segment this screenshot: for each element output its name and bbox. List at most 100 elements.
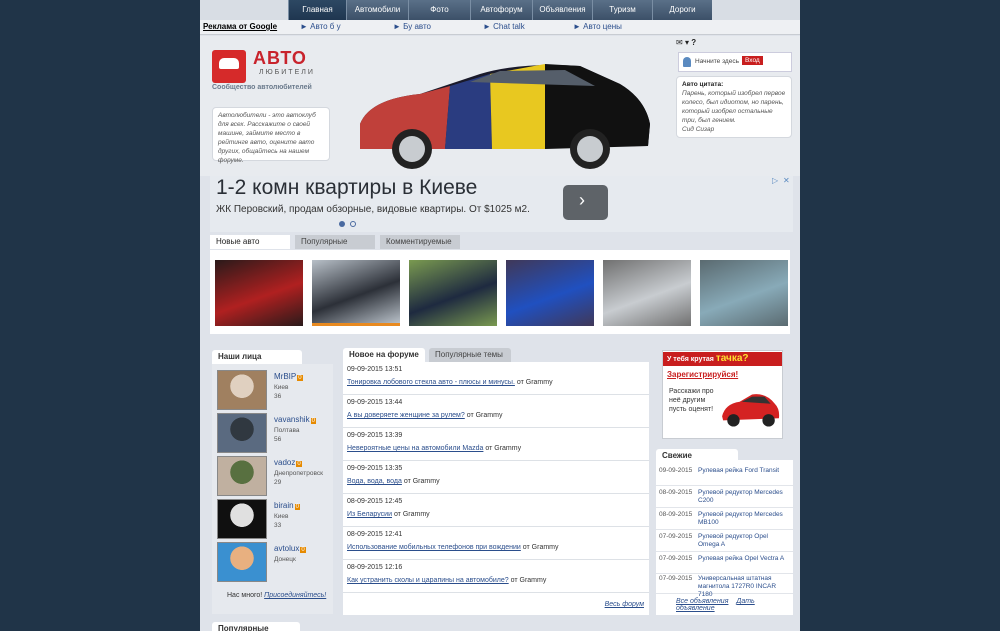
rating-badge: 0 bbox=[310, 418, 316, 424]
avatar[interactable] bbox=[217, 499, 267, 539]
ad-link-1[interactable]: ► Авто б у bbox=[300, 22, 341, 31]
car-gallery bbox=[210, 250, 790, 334]
ad-date: 08-09-2015 bbox=[659, 489, 693, 496]
nav-tab-cars[interactable]: Автомобили bbox=[346, 0, 408, 20]
post-link[interactable]: Вода, вода, вода bbox=[347, 478, 402, 485]
post-link[interactable]: Невероятные цены на автомобили Mazda bbox=[347, 445, 483, 452]
gallery-thumb-2[interactable] bbox=[312, 260, 400, 326]
post-date: 09-09-2015 13:35 bbox=[347, 465, 403, 472]
post-link[interactable]: Использование мобильных телефонов при во… bbox=[347, 544, 521, 551]
tab-new-cars[interactable]: Новые авто bbox=[210, 235, 290, 249]
promo-banner[interactable]: У тебя крутая тачка? Зарегистрируйся! Ра… bbox=[662, 350, 783, 439]
ad-link-2[interactable]: ► Бу авто bbox=[393, 22, 431, 31]
face-item[interactable]: MrBIP 0 Киев 36 bbox=[217, 370, 332, 412]
faces-footer: Нас много! Присоединяйтесь! bbox=[227, 592, 326, 599]
post-author: от Grammy bbox=[403, 478, 440, 485]
all-forum-link[interactable]: Весь форум bbox=[605, 601, 644, 608]
rating-badge: 0 bbox=[296, 461, 302, 467]
face-name[interactable]: MrBIP bbox=[274, 372, 296, 381]
promo-title-bar: У тебя крутая тачка? bbox=[663, 352, 782, 366]
post-author: от Grammy bbox=[466, 412, 503, 419]
avatar[interactable] bbox=[217, 456, 267, 496]
login-prompt: Начните здесь bbox=[695, 58, 739, 65]
face-item[interactable]: avtolux 0 Донецк bbox=[217, 542, 332, 584]
tab-popular-topics[interactable]: Популярные темы bbox=[429, 348, 511, 362]
all-ads-link[interactable]: Все объявления bbox=[676, 598, 728, 605]
nav-tab-tourism[interactable]: Туризм bbox=[592, 0, 652, 20]
ad-close-icon[interactable]: ✕ bbox=[783, 176, 790, 185]
ad-date: 08-09-2015 bbox=[659, 511, 693, 518]
promo-title-word: тачка? bbox=[715, 353, 749, 364]
post-link[interactable]: Из Беларусии bbox=[347, 511, 392, 518]
ad-dot[interactable] bbox=[350, 221, 356, 227]
face-city: Киев bbox=[274, 513, 289, 520]
tab-popular[interactable]: Популярные bbox=[295, 235, 375, 249]
face-city: Днепропетровск bbox=[274, 470, 323, 477]
face-item[interactable]: birain 0 Киев 33 bbox=[217, 499, 332, 541]
ad-row: 07-09-2015 Рулевой редуктор Opel Omega A bbox=[656, 530, 793, 552]
gallery-thumb-5[interactable] bbox=[603, 260, 691, 326]
ad-link[interactable]: Рулевой редуктор Mercedes C200 bbox=[698, 489, 791, 505]
avatar[interactable] bbox=[217, 370, 267, 410]
ad-link[interactable]: Рулевой редуктор Mercedes MB100 bbox=[698, 511, 791, 527]
face-item[interactable]: vadoz 0 Днепропетровск 29 bbox=[217, 456, 332, 498]
nav-tab-ads[interactable]: Объявления bbox=[532, 0, 592, 20]
forum-post: 09-09-2015 13:39 Невероятные цены на авт… bbox=[343, 428, 649, 461]
ad-date: 07-09-2015 bbox=[659, 575, 693, 582]
post-link[interactable]: А вы доверяете женщине за рулем? bbox=[347, 412, 465, 419]
ad-link[interactable]: Универсальная штатная магнитола 1727R0 I… bbox=[698, 575, 791, 599]
gallery-thumb-6[interactable] bbox=[700, 260, 788, 326]
ad-date: 07-09-2015 bbox=[659, 533, 693, 540]
face-name[interactable]: birain bbox=[274, 501, 294, 510]
face-age: 36 bbox=[274, 393, 282, 400]
gallery-thumb-1[interactable] bbox=[215, 260, 303, 326]
tab-new-on-forum[interactable]: Новое на форуме bbox=[343, 348, 425, 362]
nav-tab-home[interactable]: Главная bbox=[288, 0, 346, 20]
dropdown-icon[interactable]: ▾ bbox=[685, 38, 689, 47]
site-header: АВТО ЛЮБИТЕЛИ Сообщество автолюбителей А… bbox=[200, 36, 800, 176]
post-date: 09-09-2015 13:39 bbox=[347, 432, 403, 439]
promo-title: У тебя крутая bbox=[667, 356, 714, 363]
help-icon[interactable]: ? bbox=[691, 38, 696, 47]
ad-banner[interactable]: 1-2 комн квартиры в Киеве ЖК Перовский, … bbox=[210, 176, 793, 232]
gallery-thumb-3[interactable] bbox=[409, 260, 497, 326]
mail-icon[interactable]: ✉ bbox=[676, 38, 683, 47]
post-link[interactable]: Тонировка лобового стекла авто - плюсы и… bbox=[347, 379, 515, 386]
google-ads-label[interactable]: Реклама от Google bbox=[203, 22, 277, 31]
post-link[interactable]: Как устранить сколы и царапины на автомо… bbox=[347, 577, 509, 584]
ad-date: 09-09-2015 bbox=[659, 467, 693, 474]
tab-commented[interactable]: Комментируемые bbox=[380, 235, 460, 249]
logo-icon[interactable] bbox=[212, 50, 246, 83]
login-button[interactable]: Вход bbox=[742, 56, 763, 65]
ad-link-4[interactable]: ► Авто цены bbox=[573, 22, 622, 31]
ad-title[interactable]: 1-2 комн квартиры в Киеве bbox=[216, 176, 477, 200]
face-name[interactable]: vavanshik bbox=[274, 415, 310, 424]
site-tagline: Сообщество автолюбителей bbox=[212, 84, 312, 91]
ad-info-icon[interactable]: ▷ bbox=[772, 176, 778, 185]
ad-link-3[interactable]: ► Chat talk bbox=[483, 22, 525, 31]
face-name[interactable]: vadoz bbox=[274, 458, 295, 467]
promo-register[interactable]: Зарегистрируйся! bbox=[667, 370, 738, 379]
post-author: от Grammy bbox=[516, 379, 553, 386]
gallery-thumb-4[interactable] bbox=[506, 260, 594, 326]
ad-dot-active[interactable] bbox=[339, 221, 345, 227]
nav-tab-roads[interactable]: Дороги bbox=[652, 0, 712, 20]
nav-tab-photo[interactable]: Фото bbox=[408, 0, 470, 20]
ad-link[interactable]: Рулевой редуктор Opel Omega A bbox=[698, 533, 791, 549]
logo-word: АВТО bbox=[253, 48, 307, 68]
avatar[interactable] bbox=[217, 413, 267, 453]
face-city: Киев bbox=[274, 384, 289, 391]
face-name[interactable]: avtolux bbox=[274, 544, 299, 553]
forum-post: 08-09-2015 12:45 Из Беларусии от Grammy bbox=[343, 494, 649, 527]
ad-link[interactable]: Рулевая рейка Ford Transit bbox=[698, 467, 791, 475]
avatar[interactable] bbox=[217, 542, 267, 582]
ad-description: ЖК Перовский, продам обзорные, видовые к… bbox=[216, 204, 530, 215]
ad-link[interactable]: Рулевая рейка Opel Vectra A bbox=[698, 555, 791, 563]
share-icons: ✉ ▾ ? bbox=[676, 38, 696, 47]
face-item[interactable]: vavanshik 0 Полтава 56 bbox=[217, 413, 332, 455]
forum-post: 08-09-2015 12:16 Как устранить сколы и ц… bbox=[343, 560, 649, 593]
nav-tab-forum[interactable]: Автофорум bbox=[470, 0, 532, 20]
ad-arrow-button[interactable]: › bbox=[563, 185, 608, 220]
popular-forums-title: Популярные форумы bbox=[212, 622, 300, 631]
join-link[interactable]: Присоединяйтесь! bbox=[264, 592, 326, 599]
